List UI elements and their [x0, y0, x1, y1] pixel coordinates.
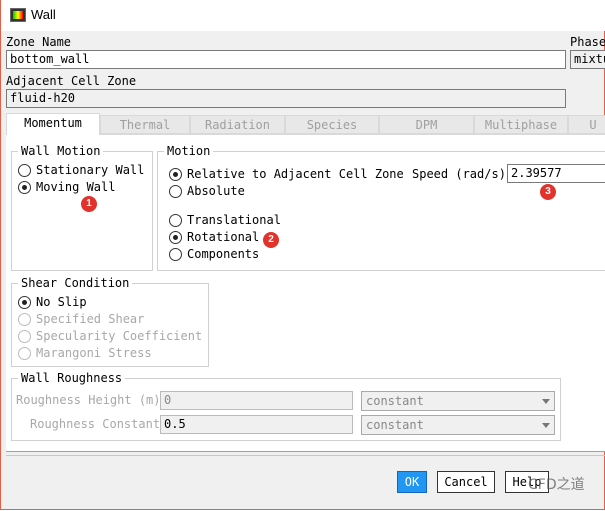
- absolute-radio[interactable]: Absolute: [169, 184, 245, 198]
- radio-label: Rotational: [187, 230, 260, 244]
- radio-icon: [169, 213, 182, 227]
- translational-radio[interactable]: Translational: [169, 213, 281, 227]
- chevron-down-icon: [542, 399, 550, 404]
- tab-multiphase[interactable]: Multiphase: [474, 115, 568, 134]
- radio-label: No Slip: [36, 295, 87, 309]
- radio-checked-icon: [18, 180, 31, 194]
- radio-icon: [169, 184, 182, 198]
- annotation-badge-2: 2: [263, 232, 279, 248]
- radio-label: Specified Shear: [36, 312, 145, 326]
- radio-checked-icon: [169, 167, 182, 181]
- radio-checked-icon: [18, 295, 31, 309]
- radio-icon: [18, 329, 31, 343]
- marangoni-stress-radio[interactable]: Marangoni Stress: [18, 346, 152, 360]
- speed-input[interactable]: 2.39577: [507, 164, 605, 183]
- roughness-constant-input[interactable]: 0.5: [160, 415, 353, 434]
- relative-radio[interactable]: Relative to Adjacent Cell Zone: [169, 167, 404, 181]
- motion-group: Motion Relative to Adjacent Cell Zone Ab…: [157, 144, 605, 271]
- specularity-coefficient-radio[interactable]: Specularity Coefficient: [18, 329, 202, 343]
- radio-label: Components: [187, 247, 260, 261]
- roughness-height-label: Roughness Height (m): [16, 393, 161, 407]
- tab-radiation[interactable]: Radiation: [190, 115, 285, 134]
- radio-checked-icon: [169, 230, 182, 244]
- app-icon: [10, 8, 26, 22]
- tab-species[interactable]: Species: [285, 115, 379, 134]
- radio-icon: [169, 247, 182, 261]
- roughness-height-input[interactable]: 0: [160, 391, 353, 410]
- zone-name-input[interactable]: bottom_wall: [6, 50, 566, 69]
- radio-label: Translational: [187, 213, 281, 227]
- divider: [6, 455, 605, 456]
- moving-wall-radio[interactable]: Moving Wall: [18, 180, 115, 194]
- radio-icon: [18, 346, 31, 360]
- annotation-badge-1: 1: [81, 196, 97, 212]
- wall-motion-group: Wall Motion Stationary Wall Moving Wall: [11, 144, 153, 271]
- wall-dialog: Wall Zone Name bottom_wall Phase mixtu A…: [0, 0, 605, 510]
- roughness-constant-method-select[interactable]: constant: [361, 415, 555, 435]
- tab-thermal[interactable]: Thermal: [100, 115, 190, 134]
- no-slip-radio[interactable]: No Slip: [18, 295, 87, 309]
- radio-label: Marangoni Stress: [36, 346, 152, 360]
- tab-momentum[interactable]: Momentum: [6, 113, 100, 135]
- shear-condition-group: Shear Condition No Slip Specified Shear …: [11, 276, 209, 367]
- radio-icon: [18, 312, 31, 326]
- adjacent-cell-zone-label: Adjacent Cell Zone: [6, 74, 137, 88]
- speed-label: Speed (rad/s): [412, 167, 506, 181]
- shear-condition-title: Shear Condition: [18, 276, 133, 290]
- radio-label: Moving Wall: [36, 180, 116, 194]
- radio-label: Relative to Adjacent Cell Zone: [187, 167, 404, 181]
- tab-dpm[interactable]: DPM: [379, 115, 474, 134]
- select-value: constant: [366, 418, 424, 432]
- divider: [6, 451, 605, 452]
- roughness-constant-label: Roughness Constant: [30, 417, 161, 431]
- window-title: Wall: [31, 7, 56, 22]
- title-bar: Wall: [1, 0, 605, 31]
- select-value: constant: [366, 394, 424, 408]
- radio-label: Stationary Wall: [36, 163, 145, 177]
- motion-title: Motion: [164, 144, 214, 158]
- wall-roughness-group: Wall Roughness Roughness Height (m) 0 co…: [11, 371, 561, 441]
- radio-icon: [18, 163, 31, 177]
- cancel-button[interactable]: Cancel: [437, 471, 495, 493]
- tab-uds[interactable]: U: [568, 115, 605, 134]
- adjacent-cell-zone-input: fluid-h20: [6, 89, 566, 108]
- phase-label: Phase: [570, 35, 605, 49]
- wall-roughness-title: Wall Roughness: [18, 371, 126, 385]
- annotation-badge-3: 3: [540, 184, 556, 200]
- wall-motion-title: Wall Motion: [18, 144, 104, 158]
- ok-button[interactable]: OK: [397, 471, 427, 493]
- watermark: CFD之道: [528, 477, 585, 493]
- roughness-height-method-select[interactable]: constant: [361, 391, 555, 411]
- zone-name-label: Zone Name: [6, 35, 72, 49]
- rotational-radio[interactable]: Rotational: [169, 230, 259, 244]
- radio-label: Absolute: [187, 184, 245, 198]
- components-radio[interactable]: Components: [169, 247, 259, 261]
- phase-input: mixtu: [570, 50, 605, 69]
- stationary-wall-radio[interactable]: Stationary Wall: [18, 163, 144, 177]
- radio-label: Specularity Coefficient: [36, 329, 203, 343]
- chevron-down-icon: [542, 423, 550, 428]
- specified-shear-radio[interactable]: Specified Shear: [18, 312, 144, 326]
